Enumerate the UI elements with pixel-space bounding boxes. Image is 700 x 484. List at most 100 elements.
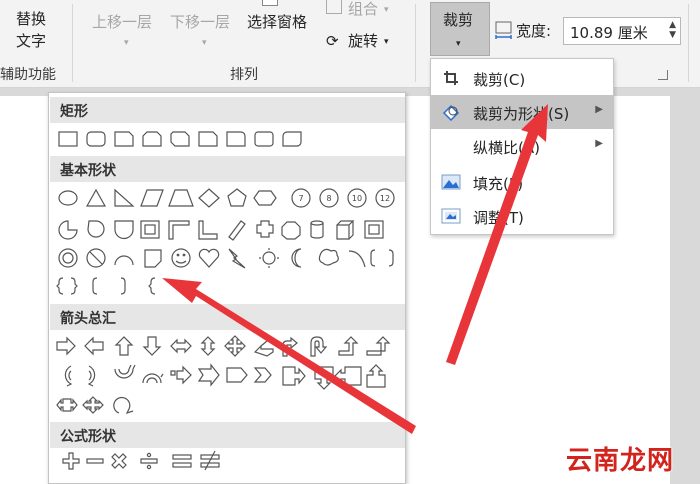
menu-item-fit[interactable]: 调整(T): [431, 199, 613, 233]
send-backward-button[interactable]: 下移一层: [170, 13, 230, 31]
rounded-rectangle-shape: [86, 131, 106, 147]
block-arrows-row-2: [64, 363, 386, 390]
plus-shape: [62, 452, 80, 470]
cloud-shape: [318, 248, 339, 266]
shape-gallery: 矩形 基本形状 箭头总汇 公式形状 7 8 10 12: [48, 92, 406, 484]
menu-item-fill-label: 填充(L): [473, 175, 524, 193]
submenu-arrow-icon: ▶: [595, 104, 603, 115]
up-arrow-shape: [114, 336, 134, 356]
heptagon-number: 7: [298, 194, 303, 203]
left-right-arrow-shape: [170, 338, 192, 354]
rectangle-shapes: [58, 131, 302, 147]
shapes-grid: 7 8 10 12: [56, 131, 395, 471]
can-top: [310, 220, 324, 226]
plaque-shape: [281, 221, 301, 240]
smiley-face-shape: [171, 248, 191, 268]
send-backward-dropdown-icon[interactable]: ▾: [202, 34, 207, 52]
group-button[interactable]: 组合: [348, 0, 378, 18]
width-input[interactable]: 10.89 厘米 ▲ ▼: [563, 17, 681, 45]
curved-right-arrow-shape: [64, 365, 73, 387]
menu-item-fill[interactable]: 填充(L): [431, 165, 613, 199]
menu-item-crop-to-shape[interactable]: 裁剪为形状(S) ▶: [431, 95, 613, 129]
round-diagonal-rectangle-shape: [282, 131, 302, 147]
menu-item-crop[interactable]: 裁剪(C): [431, 61, 613, 95]
menu-item-aspect-ratio-label: 纵横比(A): [473, 139, 540, 157]
oval-shape: [58, 190, 78, 206]
moon-shape: [291, 248, 302, 268]
equation-shapes: [62, 450, 220, 471]
arrange-group-label: 排列: [230, 67, 258, 83]
diagonal-stripe-shape: [228, 220, 246, 241]
bevel-inner: [368, 224, 380, 235]
menu-item-crop-label: 裁剪(C): [473, 71, 526, 89]
chord-shape: [87, 220, 105, 238]
curved-left-arrow-shape: [87, 365, 96, 387]
arc-shape: [348, 250, 366, 268]
width-spinner[interactable]: ▲ ▼: [669, 20, 676, 40]
snip-corner-rectangle-shape: [114, 131, 134, 147]
selection-pane-button[interactable]: 选择窗格: [247, 13, 307, 31]
crop-button[interactable]: 裁剪 ▾: [430, 2, 490, 56]
left-arrow-shape: [84, 336, 104, 356]
watermark: 云南龙网: [566, 446, 675, 476]
cube-shape: [336, 220, 355, 240]
cross-shape: [256, 220, 274, 238]
left-up-arrow-shape: [338, 336, 359, 356]
frame-inner: [144, 224, 156, 235]
size-dialog-launcher-icon[interactable]: [658, 70, 668, 80]
heart-shape: [198, 248, 220, 268]
multiply-shape: [111, 453, 127, 469]
basic-shapes-row-1: [58, 188, 395, 208]
bring-forward-button[interactable]: 上移一层: [92, 13, 152, 31]
separator: [72, 4, 73, 82]
crop-dropdown-menu: 裁剪(C) 裁剪为形状(S) ▶ 纵横比(A) ▶ 填充(L) 调整(T): [430, 58, 614, 235]
crop-icon: [441, 69, 461, 87]
donut-shape: [58, 248, 78, 268]
block-arrows-row-3: [56, 396, 134, 415]
basic-shapes-row-2: [58, 220, 384, 241]
curved-down-arrow-shape: [142, 373, 164, 384]
striped-right-arrow-shape: [170, 365, 192, 385]
menu-item-aspect-ratio[interactable]: 纵横比(A) ▶: [431, 129, 613, 163]
u-turn-arrow-shape: [310, 336, 328, 357]
bevel-shape: [364, 220, 384, 239]
snip-diagonal-rectangle-shape: [170, 131, 190, 147]
replace-text-button[interactable]: 替换 文字: [12, 10, 54, 54]
decagon-number: 10: [352, 194, 362, 203]
menu-item-fit-label: 调整(T): [473, 209, 524, 227]
rotate-dropdown-icon[interactable]: ▾: [384, 33, 389, 51]
half-frame-shape: [168, 220, 190, 240]
bent-arrow-shape: [282, 336, 298, 357]
chevron-shape: [253, 367, 272, 383]
triangle-shape: [85, 188, 107, 207]
bring-forward-dropdown-icon[interactable]: ▾: [124, 34, 129, 52]
up-arrow-callout-shape: [366, 364, 386, 388]
crop-dropdown-icon: ▾: [456, 39, 461, 49]
right-arrow-callout-shape: [282, 366, 306, 386]
left-right-up-arrow-shape: [253, 340, 274, 357]
rotate-icon: ⟳: [326, 32, 339, 50]
crop-button-label: 裁剪: [443, 11, 474, 29]
crop-to-shape-icon: [441, 103, 461, 122]
basic-shapes-row-4: [56, 277, 156, 295]
bent-up-arrow-shape: [366, 336, 391, 356]
left-brace-shape: [148, 277, 156, 295]
width-value: 10.89 厘米: [570, 24, 648, 42]
selection-pane-icon: [262, 0, 278, 6]
trapezoid-shape: [168, 189, 194, 207]
accessibility-group-label: 辅助功能: [0, 67, 56, 83]
quad-arrow-shape: [224, 335, 246, 357]
rectangle-shape: [58, 131, 78, 147]
parallelogram-shape: [140, 189, 164, 207]
block-arrows-row-1: [56, 335, 391, 357]
menu-item-crop-to-shape-label: 裁剪为形状(S): [473, 105, 570, 123]
rotate-button[interactable]: 旋转: [348, 32, 378, 50]
separator: [688, 4, 689, 82]
round-same-side-rectangle-shape: [254, 131, 274, 147]
snip-round-rectangle-shape: [198, 131, 218, 147]
down-arrow-callout-shape: [314, 366, 334, 390]
group-dropdown-icon[interactable]: ▾: [384, 1, 389, 19]
lightning-bolt-shape: [228, 248, 246, 269]
division-shape: [140, 458, 158, 464]
right-triangle-shape: [114, 188, 135, 207]
